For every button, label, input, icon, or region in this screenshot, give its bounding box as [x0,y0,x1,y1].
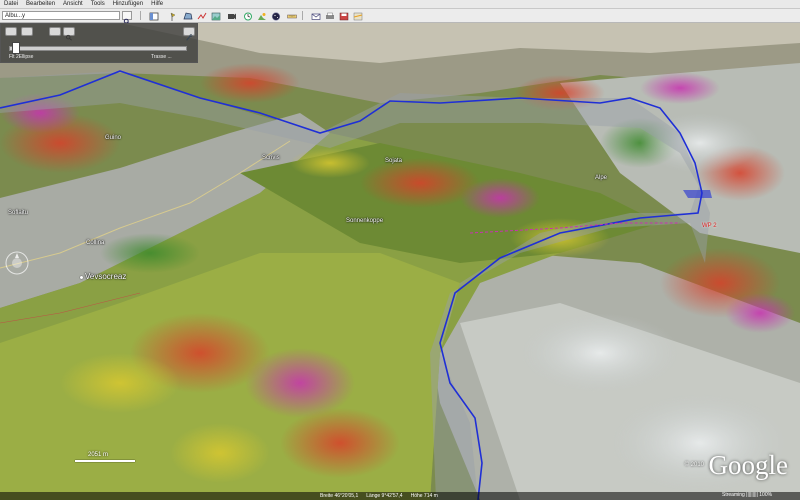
placemark-icon [170,12,176,21]
record-tour-button[interactable] [226,11,238,22]
ruler-icon [287,14,297,19]
menu-view[interactable]: Ansicht [59,0,87,8]
menu-bar: Datei Bearbeiten Ansicht Tools Hinzufüge… [0,0,800,9]
place-label[interactable]: Sonnenkoppe [346,218,383,224]
streaming-status: Streaming ||||||||| 100% [722,492,773,498]
ruler-button[interactable] [286,11,298,22]
navigation-control[interactable] [4,250,30,276]
path-icon [197,12,207,20]
place-label[interactable]: Sojata [385,158,402,164]
image-overlay-button[interactable] [210,11,222,22]
save-image-icon [339,12,349,21]
sunlight-button[interactable] [256,11,268,22]
time-slider-thumb[interactable] [12,42,20,54]
menu-edit[interactable]: Bearbeiten [22,0,59,8]
place-label[interactable]: Guino [105,135,121,141]
panel-forward-button[interactable] [21,27,33,36]
tour-icon [228,13,236,20]
copyright-text: © 2010 [684,462,704,468]
email-icon [311,13,321,20]
longitude-readout: Länge 9°42'57,4 [366,493,403,499]
place-label[interactable]: Scrivis [262,155,280,161]
places-panel: Flt 2Ellipse Trasse ... [0,23,198,63]
elevation-readout: Höhe 714 m [410,493,438,499]
historical-imagery-button[interactable] [242,11,254,22]
3d-map-viewport[interactable] [0,23,800,500]
menu-add[interactable]: Hinzufügen [109,0,147,8]
sidebar-toggle-button[interactable] [148,11,160,22]
latitude-readout: Breite 46°20'05,1 [320,493,359,499]
polygon-icon [183,12,193,20]
scale-bar [75,460,135,462]
menu-tools[interactable]: Tools [87,0,109,8]
print-icon [326,12,334,19]
switch-to-sky-button[interactable] [270,11,282,22]
sky-icon [271,12,281,21]
time-slider-track[interactable] [9,46,187,51]
search-input[interactable]: Albu...y [2,11,120,20]
toolbar-separator [140,11,141,20]
google-earth-window: Datei Bearbeiten Ansicht Tools Hinzufüge… [0,0,800,500]
email-button[interactable] [310,11,322,22]
place-label[interactable]: Collina [86,240,104,246]
panel-back-button[interactable] [5,27,17,36]
status-bar: Breite 46°20'05,1 Länge 9°42'57,4 Höhe 7… [0,492,800,500]
terrain-render[interactable] [0,23,800,500]
search-button[interactable] [122,11,132,25]
google-logo: Google [708,450,788,480]
save-image-button[interactable] [338,11,350,22]
menu-file[interactable]: Datei [0,0,22,8]
place-label[interactable]: Soflaitu [8,210,28,216]
slider-left-label: Flt 2Ellipse [9,54,34,60]
maps-icon [353,12,363,21]
search-icon [66,34,72,41]
add-placemark-button[interactable] [168,11,180,22]
waypoint-label[interactable]: WP 2 [702,223,717,229]
print-button[interactable] [324,11,336,22]
panel-zoom-button[interactable] [49,27,61,36]
panel-search-button[interactable] [63,27,75,41]
wrench-icon [186,34,193,41]
sun-icon [258,13,266,20]
view-in-maps-button[interactable] [352,11,364,22]
menu-help[interactable]: Hilfe [147,0,167,8]
place-label[interactable]: Alpe [595,175,607,181]
add-path-button[interactable] [196,11,208,22]
place-label[interactable]: Vevsocreaz [85,272,126,281]
sidebar-toggle-icon [149,12,159,21]
toolbar-separator [302,11,303,20]
image-overlay-icon [211,12,221,21]
add-polygon-button[interactable] [182,11,194,22]
scale-label: 2051 m [88,452,109,458]
history-icon [244,12,252,21]
toolbar: Albu...y [0,9,800,25]
panel-settings-button[interactable] [183,27,195,41]
place-marker[interactable] [80,276,83,279]
slider-right-label: Trasse ... [151,54,172,60]
